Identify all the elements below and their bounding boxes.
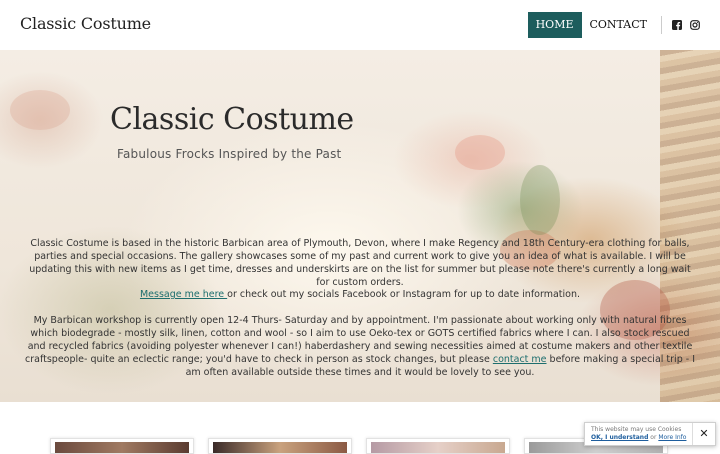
gallery-thumbnail[interactable] <box>208 438 352 454</box>
cookie-or: or <box>648 434 659 441</box>
main-nav: HOME CONTACT <box>527 12 704 38</box>
cookie-more-info-link[interactable]: More Info <box>658 434 686 441</box>
hero-title: Classic Costume <box>110 102 354 137</box>
nav-home[interactable]: HOME <box>527 12 582 38</box>
close-icon[interactable]: ✕ <box>692 423 715 445</box>
background-flower <box>10 90 70 130</box>
cookie-message: This website may use Cookies <box>591 426 682 433</box>
gallery-thumbnail[interactable] <box>366 438 510 454</box>
background-flower <box>455 135 505 170</box>
workshop-paragraph: My Barbican workshop is currently open 1… <box>22 314 698 379</box>
message-me-link[interactable]: Message me here <box>140 289 227 300</box>
hero-subtitle: Fabulous Frocks Inspired by the Past <box>117 147 342 161</box>
instagram-icon[interactable] <box>689 19 701 31</box>
background-leaf <box>520 165 560 235</box>
contact-me-link[interactable]: contact me <box>493 354 547 365</box>
intro-paragraph: Classic Costume is based in the historic… <box>29 238 691 288</box>
site-brand[interactable]: Classic Costume <box>20 14 151 33</box>
hero-section: Classic Costume Fabulous Frocks Inspired… <box>0 50 720 402</box>
cookie-accept-link[interactable]: OK, I understand <box>591 434 648 441</box>
message-paragraph-text: or check out my socials Facebook or Inst… <box>227 289 581 300</box>
site-header: Classic Costume HOME CONTACT <box>0 0 720 50</box>
cookie-text: This website may use Cookies OK, I under… <box>591 426 686 442</box>
nav-divider <box>661 16 662 34</box>
gallery-thumbnail[interactable] <box>50 438 194 454</box>
facebook-icon[interactable] <box>671 19 683 31</box>
nav-contact[interactable]: CONTACT <box>582 12 656 38</box>
cookie-notice: This website may use Cookies OK, I under… <box>584 422 716 446</box>
message-paragraph: Message me here or check out my socials … <box>22 288 698 301</box>
